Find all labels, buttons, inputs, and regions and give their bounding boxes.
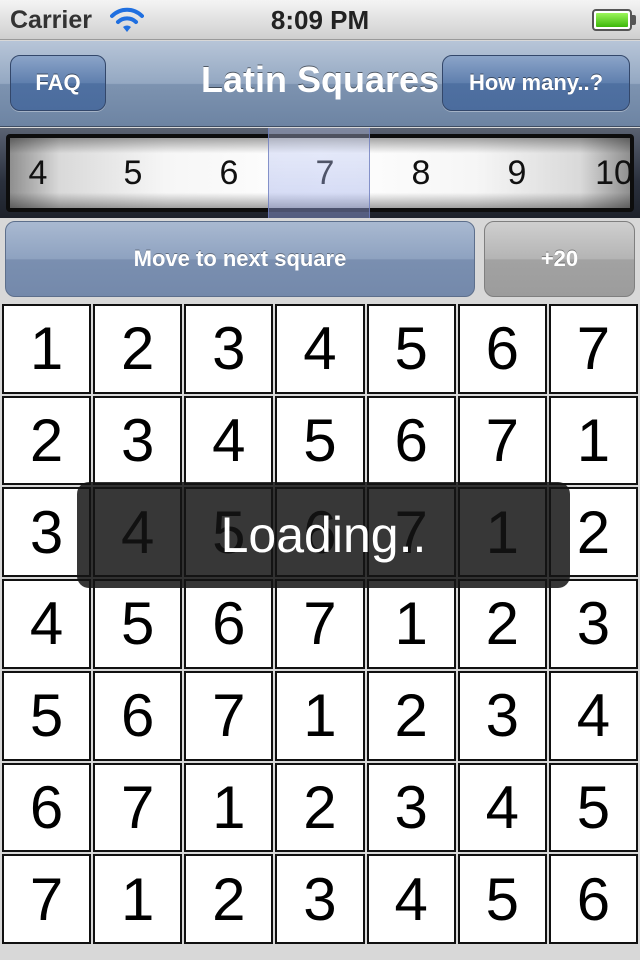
grid-cell[interactable]: 3 [184, 304, 274, 394]
grid-cell[interactable]: 5 [93, 579, 183, 669]
grid-cell[interactable]: 2 [457, 579, 547, 669]
grid-cell[interactable]: 7 [93, 762, 183, 853]
picker-frame: 4 5 6 7 8 9 10 [6, 134, 634, 212]
battery-tip [632, 15, 636, 25]
grid-cell[interactable]: 6 [184, 579, 274, 669]
grid-cell[interactable]: 2 [275, 762, 365, 853]
grid-cell[interactable]: 7 [275, 579, 365, 669]
loading-overlay: Loading.. [77, 482, 570, 588]
grid-cell[interactable]: 1 [184, 762, 274, 853]
picker-item-10[interactable]: 10 [566, 138, 630, 208]
next-square-button[interactable]: Move to next square [5, 221, 475, 297]
grid-cell[interactable]: 7 [184, 670, 274, 761]
status-bar: Carrier 8:09 PM [0, 0, 640, 40]
grid-cell[interactable]: 2 [366, 670, 456, 761]
grid-cell[interactable]: 7 [2, 854, 92, 944]
grid-cell[interactable]: 4 [2, 579, 92, 669]
grid-cell[interactable]: 3 [275, 854, 365, 944]
grid-cell[interactable]: 3 [93, 395, 183, 486]
grid-cell[interactable]: 2 [184, 854, 274, 944]
grid-cell[interactable]: 7 [457, 395, 547, 486]
grid-cell[interactable]: 1 [93, 854, 183, 944]
grid-cell[interactable]: 3 [366, 762, 456, 853]
picker-item-7[interactable]: 7 [277, 138, 373, 208]
how-many-button[interactable]: How many..? [442, 55, 630, 111]
grid-cell[interactable]: 4 [275, 304, 365, 394]
grid-cell[interactable]: 4 [457, 762, 547, 853]
grid-cell[interactable]: 6 [457, 304, 547, 394]
grid-cell[interactable]: 3 [457, 670, 547, 761]
battery-icon [592, 9, 632, 31]
picker-item-5[interactable]: 5 [85, 138, 181, 208]
picker-item-4[interactable]: 4 [10, 138, 86, 208]
picker-strip[interactable]: 4 5 6 7 8 9 10 [10, 138, 630, 208]
grid-cell[interactable]: 2 [93, 304, 183, 394]
grid-cell[interactable]: 4 [548, 670, 638, 761]
grid-cell[interactable]: 4 [184, 395, 274, 486]
navigation-bar: FAQ Latin Squares How many..? [0, 41, 640, 127]
plus-twenty-button[interactable]: +20 [484, 221, 635, 297]
grid-cell[interactable]: 6 [2, 762, 92, 853]
grid-cell[interactable]: 5 [548, 762, 638, 853]
grid-cell[interactable]: 4 [366, 854, 456, 944]
grid-cell[interactable]: 6 [366, 395, 456, 486]
picker-item-9[interactable]: 9 [469, 138, 565, 208]
status-time: 8:09 PM [270, 5, 370, 35]
grid-cell[interactable]: 6 [548, 854, 638, 944]
grid-cell[interactable]: 5 [457, 854, 547, 944]
size-picker[interactable]: 4 5 6 7 8 9 10 [0, 128, 640, 218]
grid-cell[interactable]: 5 [2, 670, 92, 761]
grid-cell[interactable]: 7 [548, 304, 638, 394]
grid-cell[interactable]: 1 [2, 304, 92, 394]
grid-cell[interactable]: 1 [366, 579, 456, 669]
grid-cell[interactable]: 1 [548, 395, 638, 486]
grid-cell[interactable]: 5 [366, 304, 456, 394]
grid-cell[interactable]: 1 [275, 670, 365, 761]
picker-item-8[interactable]: 8 [373, 138, 469, 208]
grid-cell[interactable]: 3 [548, 579, 638, 669]
picker-item-6[interactable]: 6 [181, 138, 277, 208]
grid-cell[interactable]: 6 [93, 670, 183, 761]
latin-square-grid: 1234567234567134567124567123567123467123… [2, 304, 638, 944]
grid-cell[interactable]: 5 [275, 395, 365, 486]
grid-cell[interactable]: 2 [2, 395, 92, 486]
